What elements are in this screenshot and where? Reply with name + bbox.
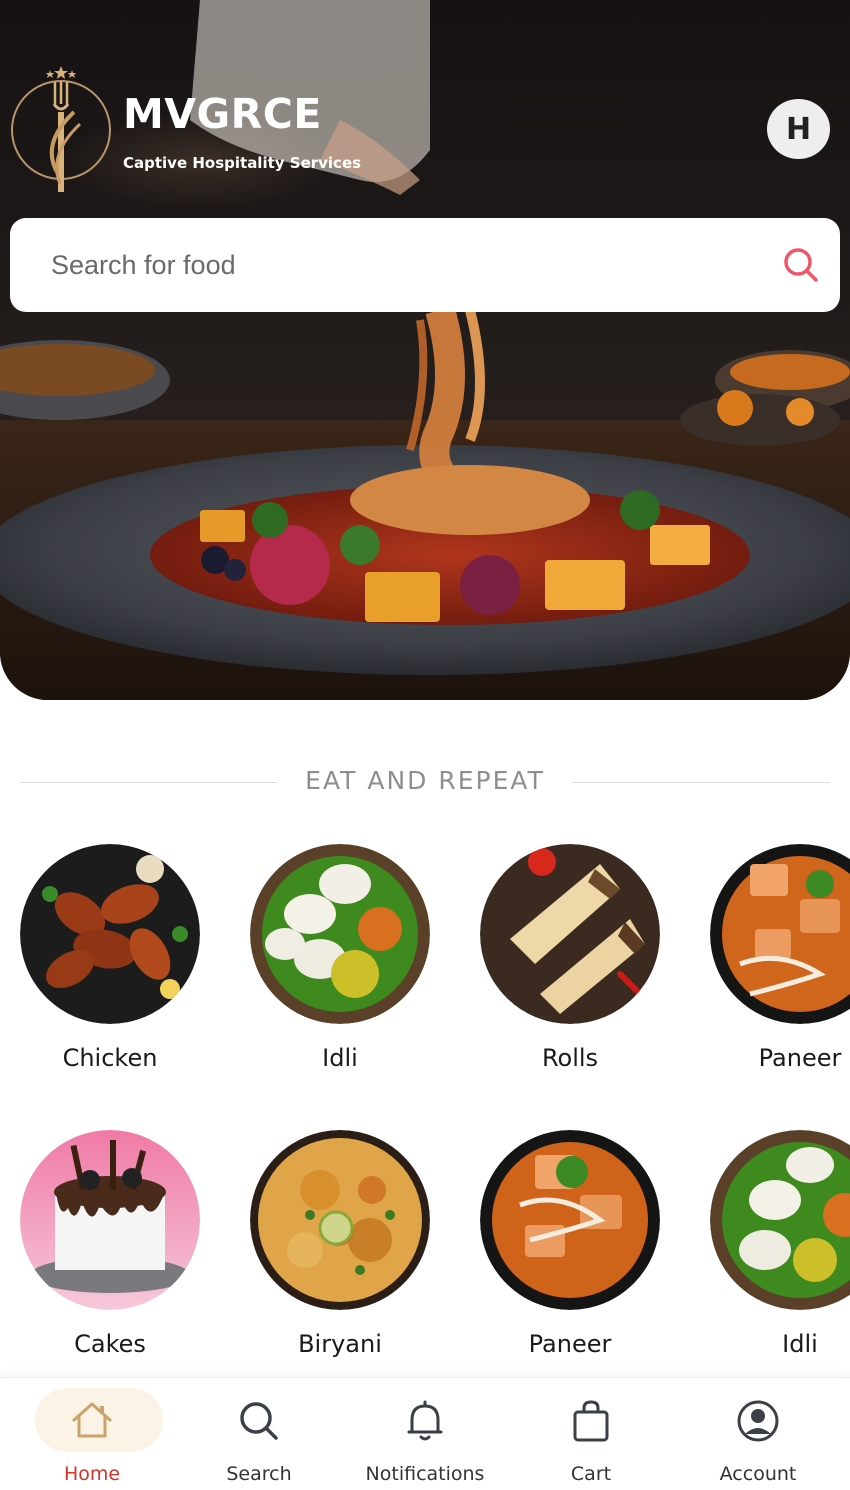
category-paneer[interactable]: Paneer xyxy=(710,844,850,1072)
category-label: Idli xyxy=(782,1330,818,1358)
shopping-bag-icon xyxy=(573,1400,609,1442)
category-idli[interactable]: Idli xyxy=(250,844,430,1072)
user-circle-icon xyxy=(737,1400,779,1442)
category-rolls[interactable]: Rolls xyxy=(480,844,660,1072)
nav-label: Search xyxy=(226,1463,292,1485)
nav-search[interactable]: Search xyxy=(174,1378,344,1490)
search-icon xyxy=(240,1402,278,1440)
hero-banner: MVGRCE Captive Hospitality Services H xyxy=(0,0,850,700)
nav-label: Notifications xyxy=(365,1463,485,1485)
cake-image xyxy=(20,1130,200,1310)
category-biryani[interactable]: Biryani xyxy=(250,1130,430,1358)
search-bar[interactable] xyxy=(10,218,840,312)
nav-label: Cart xyxy=(570,1463,612,1485)
user-avatar[interactable]: H xyxy=(767,99,830,159)
category-label: Paneer xyxy=(528,1330,612,1358)
brand-logo xyxy=(11,66,111,192)
nav-cart[interactable]: Cart xyxy=(506,1378,676,1490)
category-label: Rolls xyxy=(541,1044,599,1072)
rolls-image xyxy=(480,844,660,1024)
nav-label: Account xyxy=(719,1463,797,1485)
nav-account[interactable]: Account xyxy=(673,1378,843,1490)
section-heading: EAT AND REPEAT xyxy=(20,766,830,798)
category-cakes[interactable]: Cakes xyxy=(20,1130,200,1358)
home-icon xyxy=(72,1402,112,1438)
nav-label: Home xyxy=(63,1463,121,1485)
nav-notifications[interactable]: Notifications xyxy=(340,1378,510,1490)
paneer-image xyxy=(710,844,850,1024)
category-label: Paneer xyxy=(758,1044,842,1072)
search-icon[interactable] xyxy=(782,246,820,284)
bell-icon xyxy=(407,1400,443,1441)
paneer-image xyxy=(480,1130,660,1310)
nav-home[interactable]: Home xyxy=(7,1378,177,1490)
search-input[interactable] xyxy=(51,249,751,281)
category-label: Chicken xyxy=(62,1044,158,1072)
category-chicken[interactable]: Chicken xyxy=(20,844,200,1072)
section-title: EAT AND REPEAT xyxy=(305,766,545,795)
biryani-image xyxy=(250,1130,430,1310)
bottom-nav: Home Search Notifications Cart Account xyxy=(0,1377,850,1490)
brand-title: MVGRCE xyxy=(123,90,322,138)
brand-subtitle: Captive Hospitality Services xyxy=(123,154,362,172)
chicken-image xyxy=(20,844,200,1024)
idli-image xyxy=(250,844,430,1024)
category-label: Biryani xyxy=(298,1330,382,1358)
divider-line xyxy=(572,782,830,783)
category-paneer-2[interactable]: Paneer xyxy=(480,1130,660,1358)
category-label: Idli xyxy=(322,1044,358,1072)
idli-image xyxy=(710,1130,850,1310)
category-label: Cakes xyxy=(74,1330,146,1358)
category-idli-2[interactable]: Idli xyxy=(710,1130,850,1358)
